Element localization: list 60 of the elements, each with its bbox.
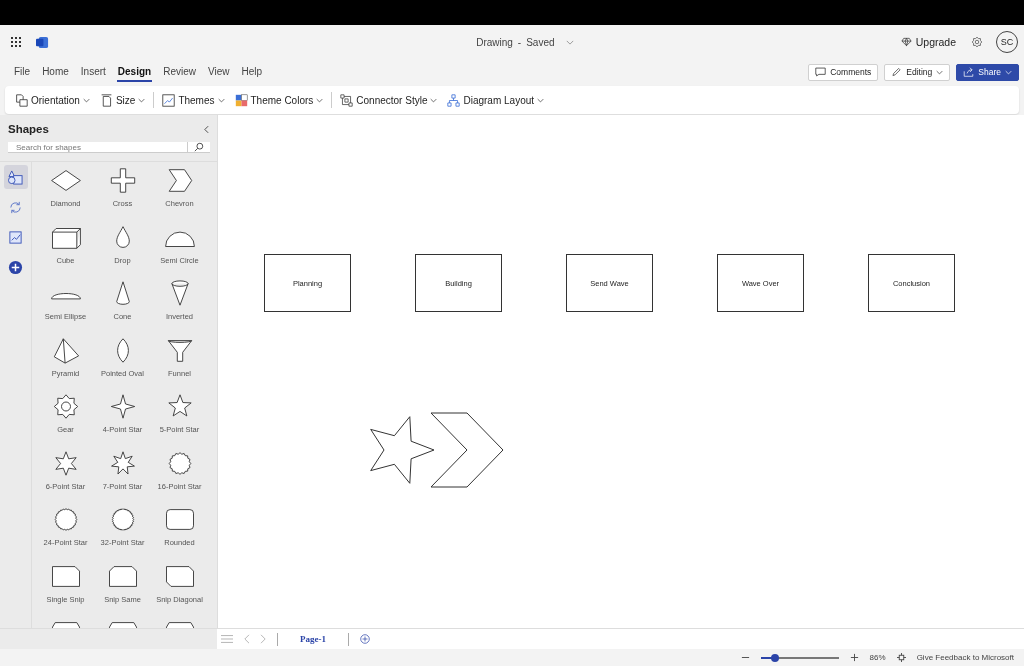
share-icon [963,67,975,77]
caret-icon [430,97,438,103]
chevron-shape[interactable] [430,412,504,488]
document-title[interactable]: Drawing [476,36,513,48]
stencil-tab[interactable] [3,165,28,189]
upgrade-button[interactable]: Upgrade [900,36,956,48]
shapes-icon [8,169,23,185]
ribbon-button[interactable]: Themes [160,93,227,107]
caret-icon [936,69,944,75]
zoom-slider[interactable] [760,656,839,659]
page-size-icon [99,93,113,107]
diamond-icon [900,37,912,47]
color-grid-icon [234,93,248,107]
separator: - [517,36,522,48]
caret-icon [537,97,545,103]
collapse-icon[interactable] [204,124,209,134]
search-field[interactable]: Search for shapes [8,142,187,153]
comment-icon [815,67,827,77]
zoom-in-icon[interactable] [849,653,859,662]
slider-thumb[interactable] [771,653,780,662]
ribbon-button[interactable]: Orientation [13,93,92,107]
chart-icon [8,229,23,245]
plus-icon [8,259,23,275]
settings-icon[interactable] [970,35,984,49]
add-page-icon[interactable] [359,634,371,644]
page-tab[interactable]: Page-1 [288,634,338,644]
caret-icon [82,97,90,103]
menu-tab[interactable]: Review [162,62,197,82]
hierarchy-icon [447,93,461,107]
search-icon [194,142,204,152]
pencil-icon [891,67,903,77]
caret-icon [316,97,324,103]
zoom-percent: 86% [869,653,886,662]
share-button[interactable]: Share [956,63,1019,81]
caret-icon [217,97,225,103]
fit-icon[interactable] [896,653,906,662]
caret-icon [1005,69,1012,75]
editing-button[interactable]: Editing [884,63,951,81]
search-button[interactable] [187,142,210,153]
save-status: Saved [526,36,555,48]
menu-tab[interactable]: Insert [79,62,107,82]
comments-button[interactable]: Comments [808,63,879,81]
menu-tab[interactable]: Design [116,62,153,82]
feedback-link[interactable]: Give Feedback to Microsoft [916,653,1014,662]
menu-tab[interactable]: File [13,62,32,82]
panel-title: Shapes [8,123,49,135]
menu-tab[interactable]: Home [41,62,70,82]
connector-icon [340,93,354,107]
cycle-arrows-icon [8,199,23,215]
ribbon-button[interactable]: Connector Style [338,93,440,107]
app-launcher-icon[interactable] [10,36,22,48]
menu-tab[interactable]: View [206,62,231,82]
page-orientation-icon [15,93,28,107]
ribbon-button[interactable]: Diagram Layout [445,93,547,107]
ribbon-button[interactable]: Size [97,93,148,107]
caret-icon [138,97,146,103]
app-logo-icon [36,35,49,49]
theme-icon [162,93,176,107]
menu-tab[interactable]: Help [240,62,264,82]
ribbon-button[interactable]: Theme Colors [232,93,326,107]
